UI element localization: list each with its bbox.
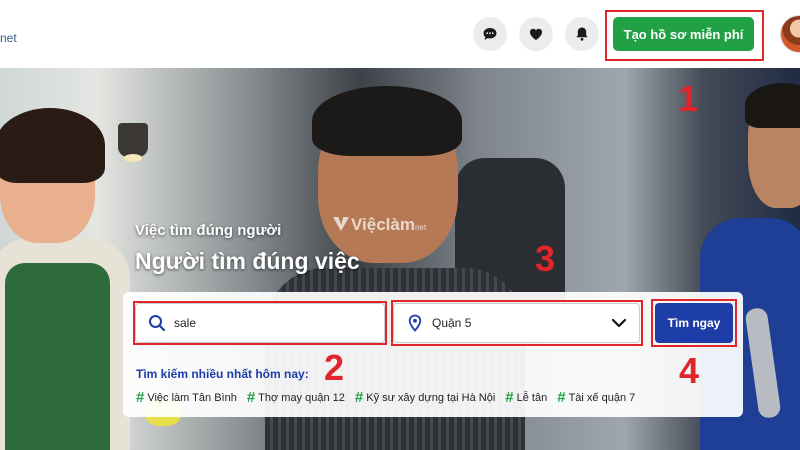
trending-tag[interactable]: # Lễ tân <box>505 389 547 406</box>
site-logo-fragment[interactable]: net <box>0 31 17 45</box>
trending-tag[interactable]: # Thợ may quận 12 <box>247 389 345 406</box>
hero-photo-man-hair <box>312 86 462 156</box>
hashtag-icon: # <box>246 389 256 406</box>
hero-photo-woman-hair <box>0 108 105 183</box>
trending-tags: # Việc làm Tân Bình # Thợ may quận 12 # Kỹ … <box>136 389 635 406</box>
annotation-number-1: 1 <box>678 78 699 119</box>
annotation-box-keyword <box>133 301 387 345</box>
bell-icon <box>576 27 588 41</box>
hero-tagline: Việc tìm đúng người <box>135 222 282 239</box>
annotation-box-location <box>391 300 643 346</box>
top-header: net Tạo hồ sơ miễn phí <box>0 0 800 68</box>
watermark-suffix: net <box>414 223 427 232</box>
watermark-logo: Việclàmnet <box>333 215 426 235</box>
heart-icon <box>529 28 543 40</box>
hero-photo-lamp <box>118 123 148 157</box>
hashtag-icon: # <box>557 389 566 406</box>
annotation-number-4: 4 <box>679 350 700 391</box>
page: net Tạo hồ sơ miễn phí Việc tìm đúng ngư… <box>0 0 800 450</box>
user-avatar[interactable] <box>780 15 800 53</box>
hashtag-icon: # <box>354 389 364 406</box>
annotation-number-2: 2 <box>324 347 345 388</box>
trending-label: Tìm kiếm nhiều nhất hôm nay: <box>136 367 309 381</box>
trending-tag-label: Kỹ sư xây dựng tại Hà Nội <box>366 391 496 404</box>
trending-tag-label: Lễ tân <box>516 391 548 404</box>
notifications-button[interactable] <box>565 17 599 51</box>
trending-tag-label: Việc làm Tân Bình <box>147 391 237 404</box>
annotation-box-search-button <box>651 299 737 347</box>
saved-jobs-button[interactable] <box>519 17 553 51</box>
trending-tag-label: Thợ may quận 12 <box>258 391 345 404</box>
hashtag-icon: # <box>505 389 514 406</box>
watermark-text: Việclàm <box>351 215 415 234</box>
trending-tag[interactable]: # Tài xế quận 7 <box>557 389 635 406</box>
trending-tag-label: Tài xế quận 7 <box>568 391 636 404</box>
watermark-check-icon <box>333 217 349 231</box>
hashtag-icon: # <box>136 389 145 406</box>
trending-tag[interactable]: # Việc làm Tân Bình <box>136 389 237 406</box>
hero-heading: Người tìm đúng việc <box>135 248 360 274</box>
annotation-number-3: 3 <box>535 238 556 279</box>
chat-icon <box>483 28 497 40</box>
hero-photo-lamp-light <box>124 154 142 162</box>
chat-button[interactable] <box>473 17 507 51</box>
create-profile-button[interactable]: Tạo hồ sơ miễn phí <box>613 17 754 51</box>
hero-photo-mechanic-hair <box>745 83 800 128</box>
trending-tag[interactable]: # Kỹ sư xây dựng tại Hà Nội <box>355 389 495 406</box>
hero-photo-woman-apron <box>5 263 110 450</box>
